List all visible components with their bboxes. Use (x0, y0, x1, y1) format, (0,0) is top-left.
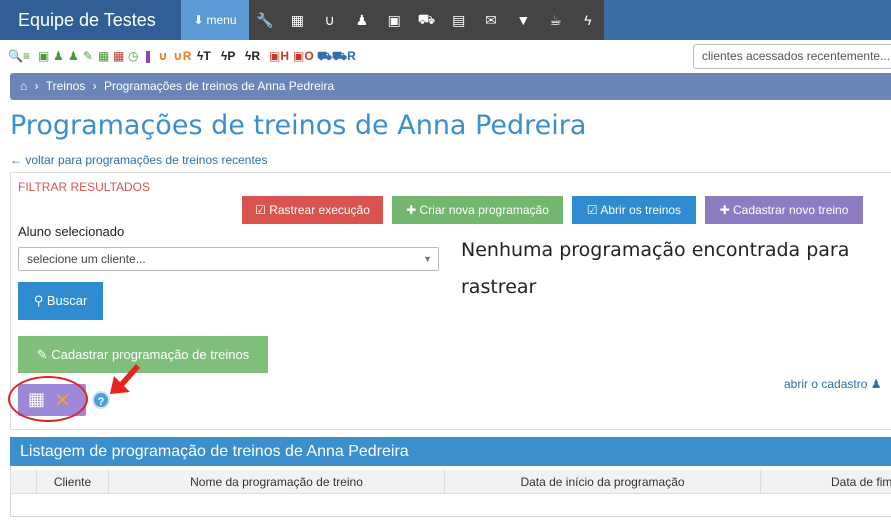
pencil-icon[interactable]: ✎ (83, 49, 93, 63)
pointer-arrow-icon (110, 364, 140, 394)
student-select-value: selecione um cliente... (27, 252, 146, 266)
arrow-down-icon: ⬇ (193, 13, 204, 27)
col-data-fim[interactable]: Data de fim (760, 470, 891, 494)
plus-icon: ✚ (406, 203, 420, 217)
top-navbar: Equipe de Testes ⬇ menu 🔧 ▦ ∪ ♟ ▣ ⛟ ▤ ✉ ▼ ☕ ϟ (0, 0, 891, 40)
register-program-button[interactable]: ✎ Cadastrar programação de treinos (18, 336, 268, 373)
bolt-icon[interactable]: ϟR (245, 49, 260, 63)
search-icon: ⚲ (33, 293, 47, 308)
money-icon[interactable]: ▣O (293, 49, 314, 63)
back-link-label: voltar para programações de treinos rece… (25, 153, 268, 167)
filter-icon[interactable]: ▼ (514, 12, 532, 28)
student-label: Aluno selecionado (18, 224, 125, 239)
user-icon: ♟ (870, 377, 882, 391)
recent-clients-select[interactable]: clientes acessados recentemente... (693, 44, 891, 69)
cart-icon[interactable]: ⛟ (317, 49, 332, 65)
stethoscope-icon[interactable]: ∪ (321, 12, 339, 29)
breadcrumb: ⌂ › Treinos › Programações de treinos de… (10, 73, 891, 100)
check-square-icon: ☑ (255, 203, 270, 217)
search-button[interactable]: ⚲ Buscar (18, 282, 103, 320)
cart-icon[interactable]: ⛟R (332, 49, 356, 65)
bookmark-icon[interactable]: ❚ (143, 49, 153, 63)
highlight-ring (8, 376, 88, 422)
open-workouts-button[interactable]: ☑ Abrir os treinos (572, 196, 696, 224)
search-icon[interactable]: 🔍 (8, 49, 23, 63)
list-icon[interactable]: ≡ (23, 49, 30, 63)
menu-label: menu (206, 13, 237, 27)
page-title: Programações de treinos de Anna Pedreira (10, 110, 587, 141)
plus-icon: ✚ (719, 203, 733, 217)
track-execution-label: Rastrear execução (269, 203, 370, 217)
money-icon[interactable]: ▣ (38, 49, 49, 63)
register-workout-label: Cadastrar novo treino (732, 203, 849, 217)
menu-button[interactable]: ⬇ menu (181, 0, 249, 40)
top-icon-bar: 🔧 ▦ ∪ ♟ ▣ ⛟ ▤ ✉ ▼ ☕ ϟ (249, 0, 604, 40)
student-select[interactable]: selecione um cliente... ▼ (18, 247, 439, 271)
open-registration-link[interactable]: abrir o cadastro ♟ (784, 377, 881, 391)
filter-title: FILTRAR RESULTADOS (18, 180, 151, 194)
users-icon[interactable]: ♟ (68, 49, 79, 63)
calendar-icon[interactable]: ▦ (288, 12, 306, 29)
pencil-icon: ✎ (36, 347, 52, 362)
track-execution-button[interactable]: ☑ Rastrear execução (242, 196, 383, 224)
create-program-button[interactable]: ✚ Criar nova programação (392, 196, 563, 224)
caret-down-icon: ▼ (423, 254, 432, 264)
file-icon[interactable]: ▤ (450, 12, 468, 29)
calendar-icon[interactable]: ▦ (98, 49, 109, 63)
stethoscope-icon[interactable]: ∪ (158, 49, 168, 63)
breadcrumb-separator: › (34, 79, 39, 93)
bolt-icon[interactable]: ϟP (221, 49, 235, 63)
stethoscope-icon[interactable]: ∪R (173, 49, 191, 63)
cart-icon[interactable]: ⛟ (417, 11, 436, 30)
money-icon[interactable]: ▣ (385, 12, 403, 29)
listing-title: Listagem de programação de treinos de An… (10, 437, 891, 466)
user-icon[interactable]: ♟ (53, 49, 64, 63)
create-program-label: Criar nova programação (419, 203, 549, 217)
breadcrumb-treinos[interactable]: Treinos (46, 79, 86, 93)
envelope-icon[interactable]: ✉ (482, 12, 500, 29)
breadcrumb-separator: › (92, 79, 97, 93)
register-workout-button[interactable]: ✚ Cadastrar novo treino (705, 196, 863, 224)
wrench-icon[interactable]: 🔧 (256, 12, 274, 29)
home-icon[interactable]: ⌂ (20, 79, 27, 93)
coffee-icon[interactable]: ☕ (547, 12, 565, 29)
open-registration-label: abrir o cadastro (784, 377, 868, 391)
money-icon[interactable]: ▣H (269, 49, 289, 63)
register-program-label: Cadastrar programação de treinos (51, 347, 250, 362)
check-square-icon: ☑ (586, 203, 601, 217)
search-button-label: Buscar (46, 293, 88, 308)
col-nome-programacao[interactable]: Nome da programação de treino (108, 470, 444, 494)
arrow-left-icon: ← (10, 153, 26, 167)
calendar-icon[interactable]: ▦ (113, 49, 124, 63)
open-workouts-label: Abrir os treinos (600, 203, 682, 217)
clock-icon[interactable]: ◷ (128, 49, 138, 63)
col-expand (10, 470, 36, 494)
breadcrumb-current: Programações de treinos de Anna Pedreira (103, 79, 335, 93)
listing-header-row: Cliente Nome da programação de treino Da… (10, 470, 891, 494)
bolt-icon[interactable]: ϟ (579, 12, 597, 28)
empty-message: Nenhuma programação encontrada para rast… (461, 239, 850, 298)
col-data-inicio[interactable]: Data de início da programação (444, 470, 760, 494)
users-icon[interactable]: ♟ (353, 12, 371, 29)
col-cliente[interactable]: Cliente (36, 470, 108, 494)
back-link[interactable]: ← voltar para programações de treinos re… (10, 153, 267, 167)
bolt-icon[interactable]: ϟT (197, 49, 211, 63)
app-title[interactable]: Equipe de Testes (0, 0, 181, 40)
